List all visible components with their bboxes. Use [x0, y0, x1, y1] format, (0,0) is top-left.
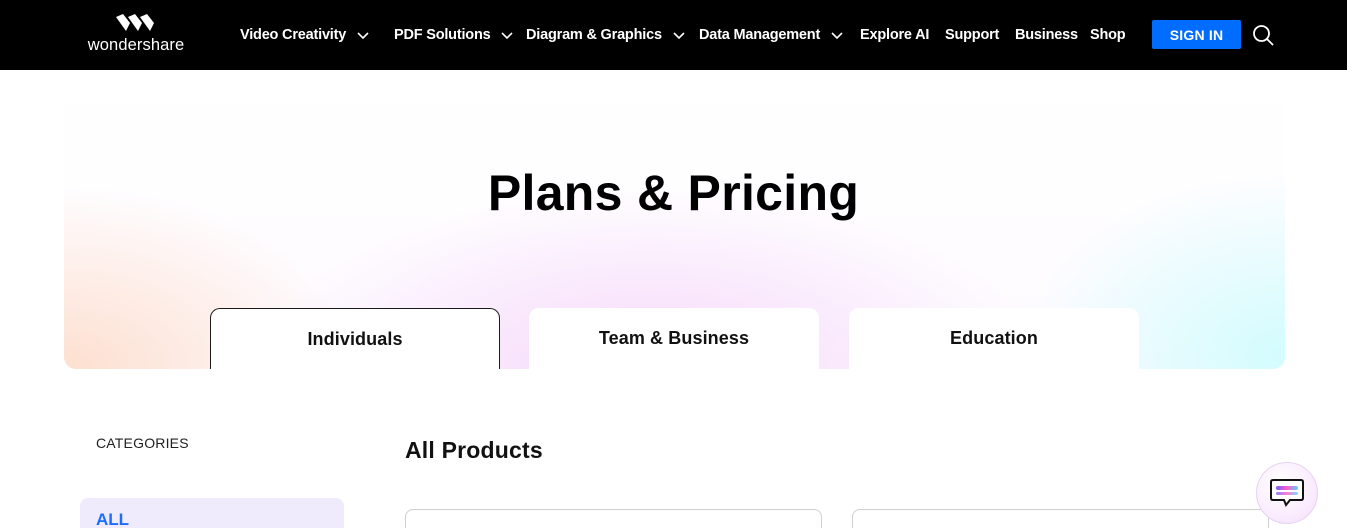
nav-label: Support: [945, 27, 1000, 43]
nav-explore-ai[interactable]: Explore AI: [860, 24, 929, 46]
product-card[interactable]: [852, 509, 1269, 528]
category-item-all[interactable]: ALL: [80, 498, 344, 528]
chat-button[interactable]: [1256, 462, 1318, 524]
logo-text: wondershare: [87, 36, 185, 54]
chat-bubble-icon: [1270, 479, 1304, 507]
category-label: ALL: [96, 510, 130, 528]
tab-label: Education: [950, 328, 1038, 348]
chevron-down-icon: [673, 32, 685, 40]
sign-in-button[interactable]: SIGN IN: [1152, 20, 1241, 49]
nav-label: Explore AI: [860, 27, 930, 43]
tab-individuals[interactable]: Individuals: [210, 308, 500, 369]
nav-label: Business: [1015, 27, 1078, 43]
tab-label: Team & Business: [598, 328, 750, 348]
tab-team-business[interactable]: Team & Business: [529, 308, 819, 369]
search-icon[interactable]: [1252, 24, 1274, 46]
nav-label: Diagram & Graphics: [526, 27, 662, 43]
product-card[interactable]: [405, 509, 822, 528]
chevron-down-icon: [831, 32, 843, 40]
tab-label: Individuals: [307, 328, 403, 349]
section-title: All Products: [405, 437, 543, 463]
nav-video-creativity[interactable]: Video Creativity: [240, 24, 370, 46]
nav-label: PDF Solutions: [394, 27, 491, 43]
nav-business[interactable]: Business: [1015, 24, 1078, 46]
nav-label: Video Creativity: [240, 27, 347, 43]
categories-heading: CATEGORIES: [96, 435, 189, 451]
top-navigation-bar: wondershare Video Creativity PDF Solutio…: [0, 0, 1347, 70]
page-title: Plans & Pricing: [487, 165, 860, 221]
nav-pdf-solutions[interactable]: PDF Solutions: [394, 24, 514, 46]
nav-label: Shop: [1090, 27, 1126, 43]
nav-label: Data Management: [699, 27, 821, 43]
nav-shop[interactable]: Shop: [1090, 24, 1126, 46]
wondershare-w-icon: [116, 14, 154, 31]
chevron-down-icon: [357, 32, 369, 40]
nav-diagram-graphics[interactable]: Diagram & Graphics: [526, 24, 686, 46]
chevron-down-icon: [501, 32, 514, 40]
nav-data-management[interactable]: Data Management: [699, 24, 844, 46]
logo[interactable]: wondershare: [82, 14, 190, 58]
nav-support[interactable]: Support: [945, 24, 999, 46]
tab-education[interactable]: Education: [849, 308, 1139, 369]
